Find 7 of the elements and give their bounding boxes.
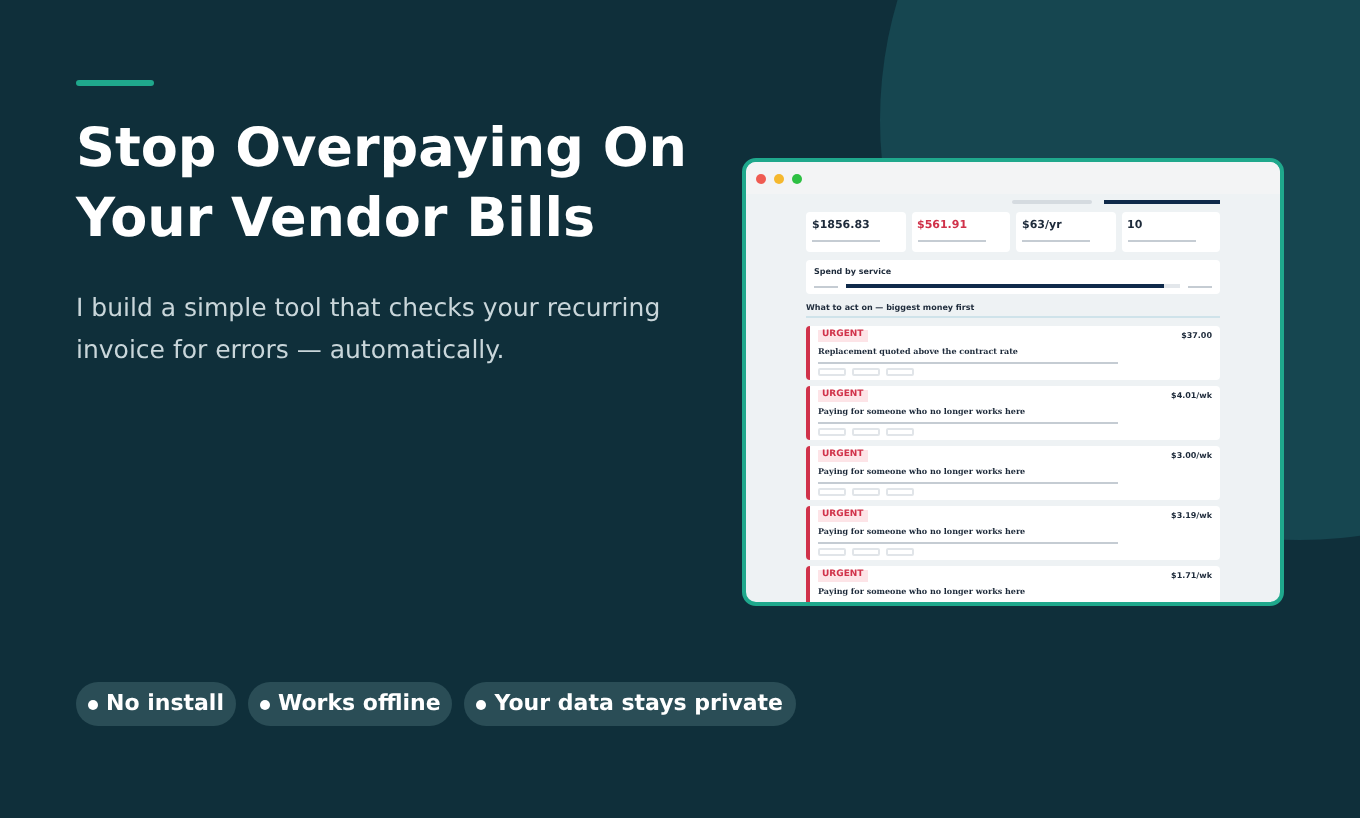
feature-pill: Your data stays private <box>464 682 796 726</box>
tab-indicator <box>1104 200 1220 204</box>
feature-pill: No install <box>76 682 236 726</box>
accent-line <box>76 80 154 86</box>
headline: Stop Overpaying On Your Vendor Bills <box>76 116 690 254</box>
feature-pill: Works offline <box>247 682 453 726</box>
subtitle: I build a simple tool that checks your recurring invoice for errors — automatically. <box>76 290 663 368</box>
